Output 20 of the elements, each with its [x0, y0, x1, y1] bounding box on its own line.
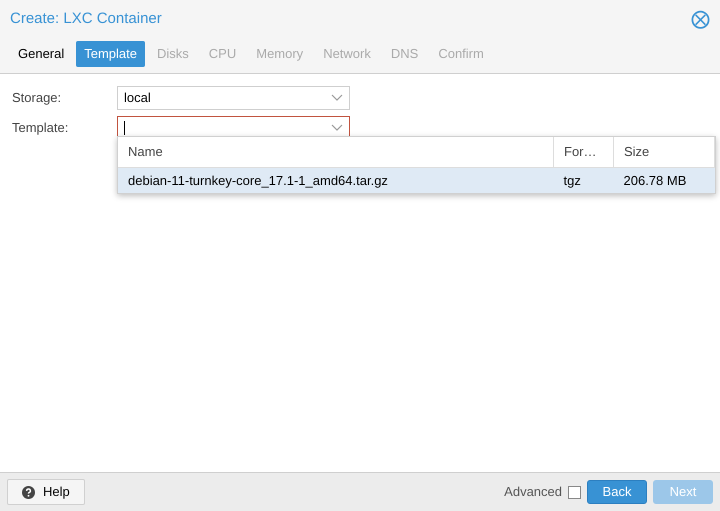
- checkbox-label: Advanced: [504, 483, 562, 502]
- table-cell[interactable]: debian-11-turnkey-core_17.1-1_amd64.tar.gz: [118, 167, 554, 193]
- caret-icon: [331, 94, 343, 102]
- tab[interactable]: General: [10, 41, 72, 67]
- close-button[interactable]: ⨂: [691, 10, 710, 28]
- help-button[interactable]: Help: [7, 479, 85, 505]
- field-label: Storage:: [12, 89, 62, 108]
- combo-field[interactable]: local: [117, 86, 350, 110]
- column-header[interactable]: Name: [118, 137, 554, 167]
- table-cell[interactable]: 206.78 MB: [614, 167, 714, 193]
- window-title: Create: LXC Container: [10, 8, 162, 29]
- field-label: Template:: [12, 119, 70, 138]
- table-cell[interactable]: tgz: [554, 167, 614, 193]
- column-header[interactable]: For…: [554, 137, 614, 167]
- advanced-checkbox[interactable]: [568, 486, 581, 498]
- help-icon: [22, 486, 35, 498]
- caret-icon: [331, 124, 343, 132]
- tab[interactable]: Template: [76, 41, 145, 67]
- column-header[interactable]: Size: [614, 137, 714, 167]
- back-button[interactable]: Back: [587, 480, 647, 504]
